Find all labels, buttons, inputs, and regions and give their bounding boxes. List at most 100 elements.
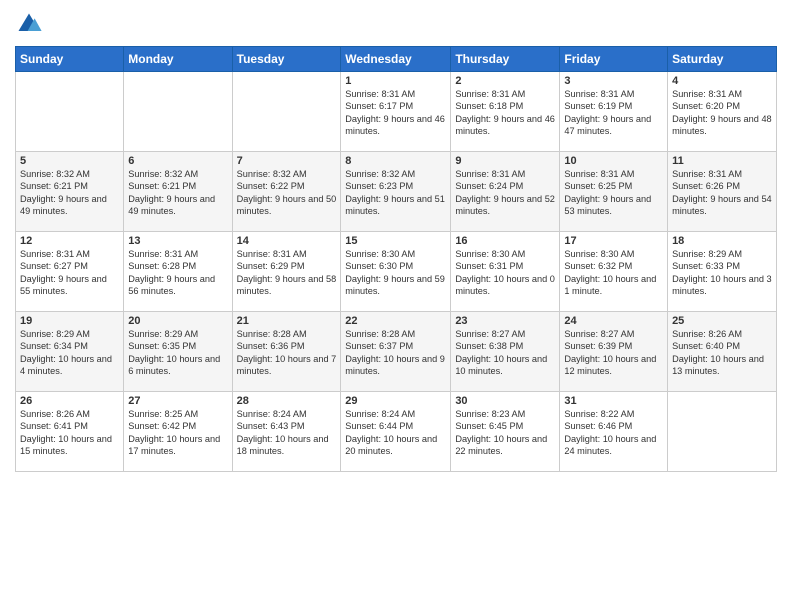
day-number: 10 bbox=[564, 155, 663, 167]
day-info: Sunrise: 8:31 AM Sunset: 6:24 PM Dayligh… bbox=[455, 168, 555, 218]
day-cell: 22Sunrise: 8:28 AM Sunset: 6:37 PM Dayli… bbox=[341, 312, 451, 392]
day-number: 24 bbox=[564, 315, 663, 327]
day-cell: 3Sunrise: 8:31 AM Sunset: 6:19 PM Daylig… bbox=[560, 72, 668, 152]
day-info: Sunrise: 8:30 AM Sunset: 6:30 PM Dayligh… bbox=[345, 248, 446, 298]
day-info: Sunrise: 8:27 AM Sunset: 6:39 PM Dayligh… bbox=[564, 328, 663, 378]
day-number: 30 bbox=[455, 395, 555, 407]
page: SundayMondayTuesdayWednesdayThursdayFrid… bbox=[0, 0, 792, 612]
day-number: 12 bbox=[20, 235, 119, 247]
week-row-1: 1Sunrise: 8:31 AM Sunset: 6:17 PM Daylig… bbox=[16, 72, 777, 152]
day-number: 19 bbox=[20, 315, 119, 327]
week-row-5: 26Sunrise: 8:26 AM Sunset: 6:41 PM Dayli… bbox=[16, 392, 777, 472]
day-number: 29 bbox=[345, 395, 446, 407]
day-number: 6 bbox=[128, 155, 227, 167]
weekday-header-thursday: Thursday bbox=[451, 47, 560, 72]
day-info: Sunrise: 8:31 AM Sunset: 6:19 PM Dayligh… bbox=[564, 88, 663, 138]
day-info: Sunrise: 8:28 AM Sunset: 6:36 PM Dayligh… bbox=[237, 328, 337, 378]
day-cell: 24Sunrise: 8:27 AM Sunset: 6:39 PM Dayli… bbox=[560, 312, 668, 392]
weekday-header-tuesday: Tuesday bbox=[232, 47, 341, 72]
day-cell: 27Sunrise: 8:25 AM Sunset: 6:42 PM Dayli… bbox=[124, 392, 232, 472]
logo bbox=[15, 10, 47, 38]
day-info: Sunrise: 8:27 AM Sunset: 6:38 PM Dayligh… bbox=[455, 328, 555, 378]
day-number: 9 bbox=[455, 155, 555, 167]
day-number: 11 bbox=[672, 155, 772, 167]
day-number: 7 bbox=[237, 155, 337, 167]
day-info: Sunrise: 8:32 AM Sunset: 6:22 PM Dayligh… bbox=[237, 168, 337, 218]
day-number: 31 bbox=[564, 395, 663, 407]
weekday-header-sunday: Sunday bbox=[16, 47, 124, 72]
weekday-header-wednesday: Wednesday bbox=[341, 47, 451, 72]
day-cell: 23Sunrise: 8:27 AM Sunset: 6:38 PM Dayli… bbox=[451, 312, 560, 392]
day-cell bbox=[668, 392, 777, 472]
day-number: 27 bbox=[128, 395, 227, 407]
day-cell: 13Sunrise: 8:31 AM Sunset: 6:28 PM Dayli… bbox=[124, 232, 232, 312]
day-number: 4 bbox=[672, 75, 772, 87]
day-info: Sunrise: 8:29 AM Sunset: 6:33 PM Dayligh… bbox=[672, 248, 772, 298]
weekday-header-saturday: Saturday bbox=[668, 47, 777, 72]
day-number: 15 bbox=[345, 235, 446, 247]
day-cell: 18Sunrise: 8:29 AM Sunset: 6:33 PM Dayli… bbox=[668, 232, 777, 312]
day-number: 14 bbox=[237, 235, 337, 247]
header bbox=[15, 10, 777, 38]
day-info: Sunrise: 8:23 AM Sunset: 6:45 PM Dayligh… bbox=[455, 408, 555, 458]
day-cell: 16Sunrise: 8:30 AM Sunset: 6:31 PM Dayli… bbox=[451, 232, 560, 312]
day-info: Sunrise: 8:29 AM Sunset: 6:35 PM Dayligh… bbox=[128, 328, 227, 378]
week-row-4: 19Sunrise: 8:29 AM Sunset: 6:34 PM Dayli… bbox=[16, 312, 777, 392]
day-cell: 28Sunrise: 8:24 AM Sunset: 6:43 PM Dayli… bbox=[232, 392, 341, 472]
day-number: 16 bbox=[455, 235, 555, 247]
day-info: Sunrise: 8:24 AM Sunset: 6:44 PM Dayligh… bbox=[345, 408, 446, 458]
day-info: Sunrise: 8:32 AM Sunset: 6:21 PM Dayligh… bbox=[20, 168, 119, 218]
day-info: Sunrise: 8:31 AM Sunset: 6:26 PM Dayligh… bbox=[672, 168, 772, 218]
day-cell: 1Sunrise: 8:31 AM Sunset: 6:17 PM Daylig… bbox=[341, 72, 451, 152]
day-info: Sunrise: 8:26 AM Sunset: 6:41 PM Dayligh… bbox=[20, 408, 119, 458]
day-cell: 7Sunrise: 8:32 AM Sunset: 6:22 PM Daylig… bbox=[232, 152, 341, 232]
day-cell: 25Sunrise: 8:26 AM Sunset: 6:40 PM Dayli… bbox=[668, 312, 777, 392]
day-info: Sunrise: 8:30 AM Sunset: 6:31 PM Dayligh… bbox=[455, 248, 555, 298]
day-number: 2 bbox=[455, 75, 555, 87]
day-cell: 26Sunrise: 8:26 AM Sunset: 6:41 PM Dayli… bbox=[16, 392, 124, 472]
day-info: Sunrise: 8:31 AM Sunset: 6:18 PM Dayligh… bbox=[455, 88, 555, 138]
day-info: Sunrise: 8:31 AM Sunset: 6:27 PM Dayligh… bbox=[20, 248, 119, 298]
day-cell: 17Sunrise: 8:30 AM Sunset: 6:32 PM Dayli… bbox=[560, 232, 668, 312]
day-cell: 5Sunrise: 8:32 AM Sunset: 6:21 PM Daylig… bbox=[16, 152, 124, 232]
day-info: Sunrise: 8:31 AM Sunset: 6:17 PM Dayligh… bbox=[345, 88, 446, 138]
day-number: 25 bbox=[672, 315, 772, 327]
day-info: Sunrise: 8:31 AM Sunset: 6:25 PM Dayligh… bbox=[564, 168, 663, 218]
day-cell: 11Sunrise: 8:31 AM Sunset: 6:26 PM Dayli… bbox=[668, 152, 777, 232]
day-number: 20 bbox=[128, 315, 227, 327]
day-cell bbox=[124, 72, 232, 152]
day-number: 22 bbox=[345, 315, 446, 327]
day-number: 1 bbox=[345, 75, 446, 87]
day-number: 5 bbox=[20, 155, 119, 167]
day-number: 17 bbox=[564, 235, 663, 247]
week-row-2: 5Sunrise: 8:32 AM Sunset: 6:21 PM Daylig… bbox=[16, 152, 777, 232]
logo-icon bbox=[15, 10, 43, 38]
day-cell: 30Sunrise: 8:23 AM Sunset: 6:45 PM Dayli… bbox=[451, 392, 560, 472]
day-info: Sunrise: 8:31 AM Sunset: 6:29 PM Dayligh… bbox=[237, 248, 337, 298]
day-cell: 8Sunrise: 8:32 AM Sunset: 6:23 PM Daylig… bbox=[341, 152, 451, 232]
day-cell: 6Sunrise: 8:32 AM Sunset: 6:21 PM Daylig… bbox=[124, 152, 232, 232]
day-cell bbox=[16, 72, 124, 152]
day-info: Sunrise: 8:22 AM Sunset: 6:46 PM Dayligh… bbox=[564, 408, 663, 458]
week-row-3: 12Sunrise: 8:31 AM Sunset: 6:27 PM Dayli… bbox=[16, 232, 777, 312]
day-number: 18 bbox=[672, 235, 772, 247]
day-number: 21 bbox=[237, 315, 337, 327]
day-info: Sunrise: 8:24 AM Sunset: 6:43 PM Dayligh… bbox=[237, 408, 337, 458]
day-cell: 10Sunrise: 8:31 AM Sunset: 6:25 PM Dayli… bbox=[560, 152, 668, 232]
day-cell: 14Sunrise: 8:31 AM Sunset: 6:29 PM Dayli… bbox=[232, 232, 341, 312]
day-cell bbox=[232, 72, 341, 152]
day-cell: 19Sunrise: 8:29 AM Sunset: 6:34 PM Dayli… bbox=[16, 312, 124, 392]
weekday-header-friday: Friday bbox=[560, 47, 668, 72]
day-cell: 29Sunrise: 8:24 AM Sunset: 6:44 PM Dayli… bbox=[341, 392, 451, 472]
day-number: 13 bbox=[128, 235, 227, 247]
day-cell: 4Sunrise: 8:31 AM Sunset: 6:20 PM Daylig… bbox=[668, 72, 777, 152]
calendar: SundayMondayTuesdayWednesdayThursdayFrid… bbox=[15, 46, 777, 472]
day-cell: 31Sunrise: 8:22 AM Sunset: 6:46 PM Dayli… bbox=[560, 392, 668, 472]
day-cell: 15Sunrise: 8:30 AM Sunset: 6:30 PM Dayli… bbox=[341, 232, 451, 312]
day-info: Sunrise: 8:32 AM Sunset: 6:23 PM Dayligh… bbox=[345, 168, 446, 218]
day-number: 23 bbox=[455, 315, 555, 327]
day-info: Sunrise: 8:32 AM Sunset: 6:21 PM Dayligh… bbox=[128, 168, 227, 218]
day-info: Sunrise: 8:28 AM Sunset: 6:37 PM Dayligh… bbox=[345, 328, 446, 378]
day-info: Sunrise: 8:25 AM Sunset: 6:42 PM Dayligh… bbox=[128, 408, 227, 458]
day-number: 8 bbox=[345, 155, 446, 167]
